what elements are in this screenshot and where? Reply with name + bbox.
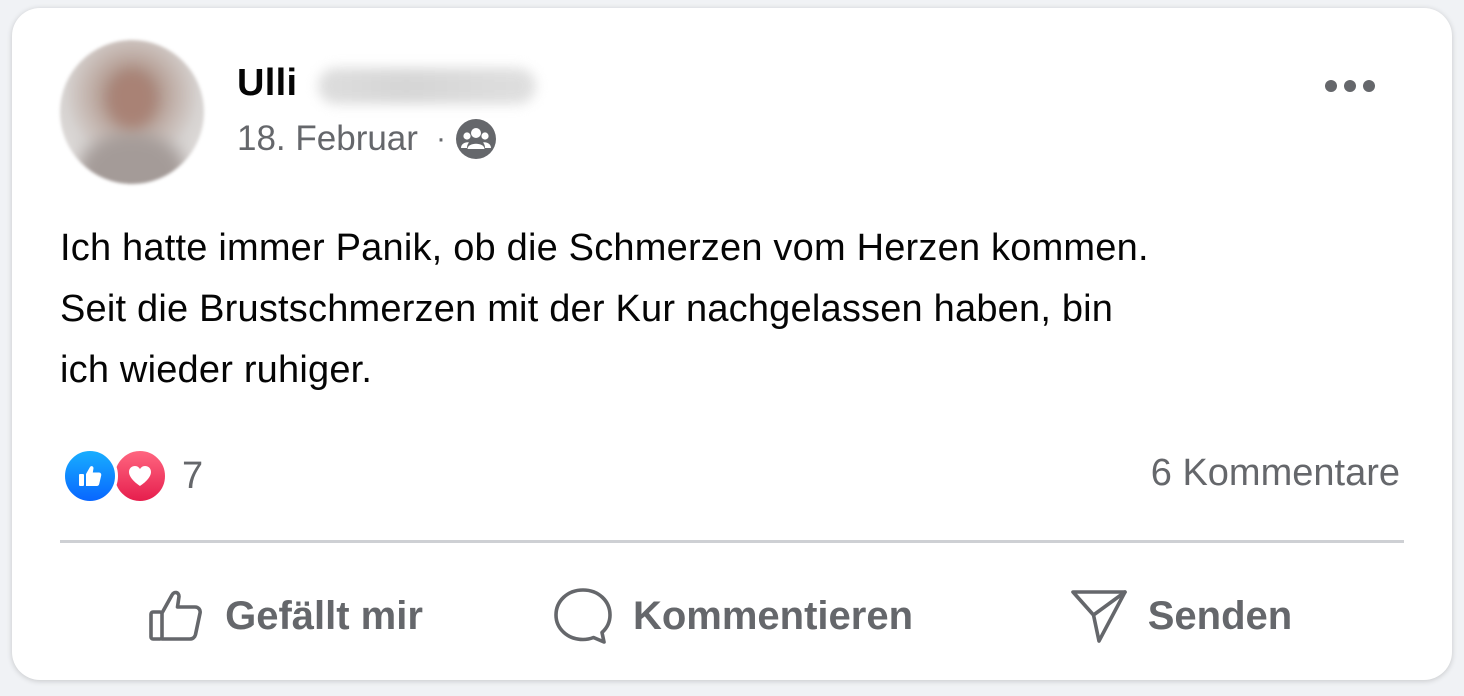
reaction-count: 7 xyxy=(182,454,204,497)
like-button-label: Gefällt mir xyxy=(225,593,423,638)
action-bar: Gefällt mir Kommentieren Senden xyxy=(60,568,1404,664)
comment-button[interactable]: Kommentieren xyxy=(508,568,956,664)
author-surname-redacted xyxy=(318,68,536,104)
like-icon xyxy=(62,448,118,504)
reactions-summary[interactable]: 7 xyxy=(62,448,203,504)
group-icon[interactable] xyxy=(455,119,496,159)
send-icon xyxy=(1068,585,1130,647)
more-horizontal-icon xyxy=(1324,79,1376,98)
thumbs-up-icon xyxy=(145,585,207,647)
comment-button-label: Kommentieren xyxy=(632,593,914,638)
more-options-button[interactable] xyxy=(1318,66,1382,110)
author-name[interactable]: Ulli xyxy=(237,62,297,105)
divider xyxy=(60,540,1404,543)
send-button[interactable]: Senden xyxy=(956,568,1404,664)
like-button[interactable]: Gefällt mir xyxy=(60,568,508,664)
send-button-label: Senden xyxy=(1147,593,1293,638)
post-card: Ulli 18. Februar · Ich hatte immer Panik… xyxy=(12,8,1452,680)
meta-separator: · xyxy=(435,122,446,155)
author-avatar[interactable] xyxy=(60,40,204,184)
comment-bubble-icon xyxy=(551,585,615,647)
post-text: Ich hatte immer Panik, ob die Schmerzen … xyxy=(60,227,1149,391)
post-date[interactable]: 18. Februar xyxy=(237,119,418,159)
comments-count-link[interactable]: 6 Kommentare xyxy=(1151,452,1400,495)
post-meta: 18. Februar · xyxy=(237,119,496,159)
love-icon xyxy=(112,448,168,504)
